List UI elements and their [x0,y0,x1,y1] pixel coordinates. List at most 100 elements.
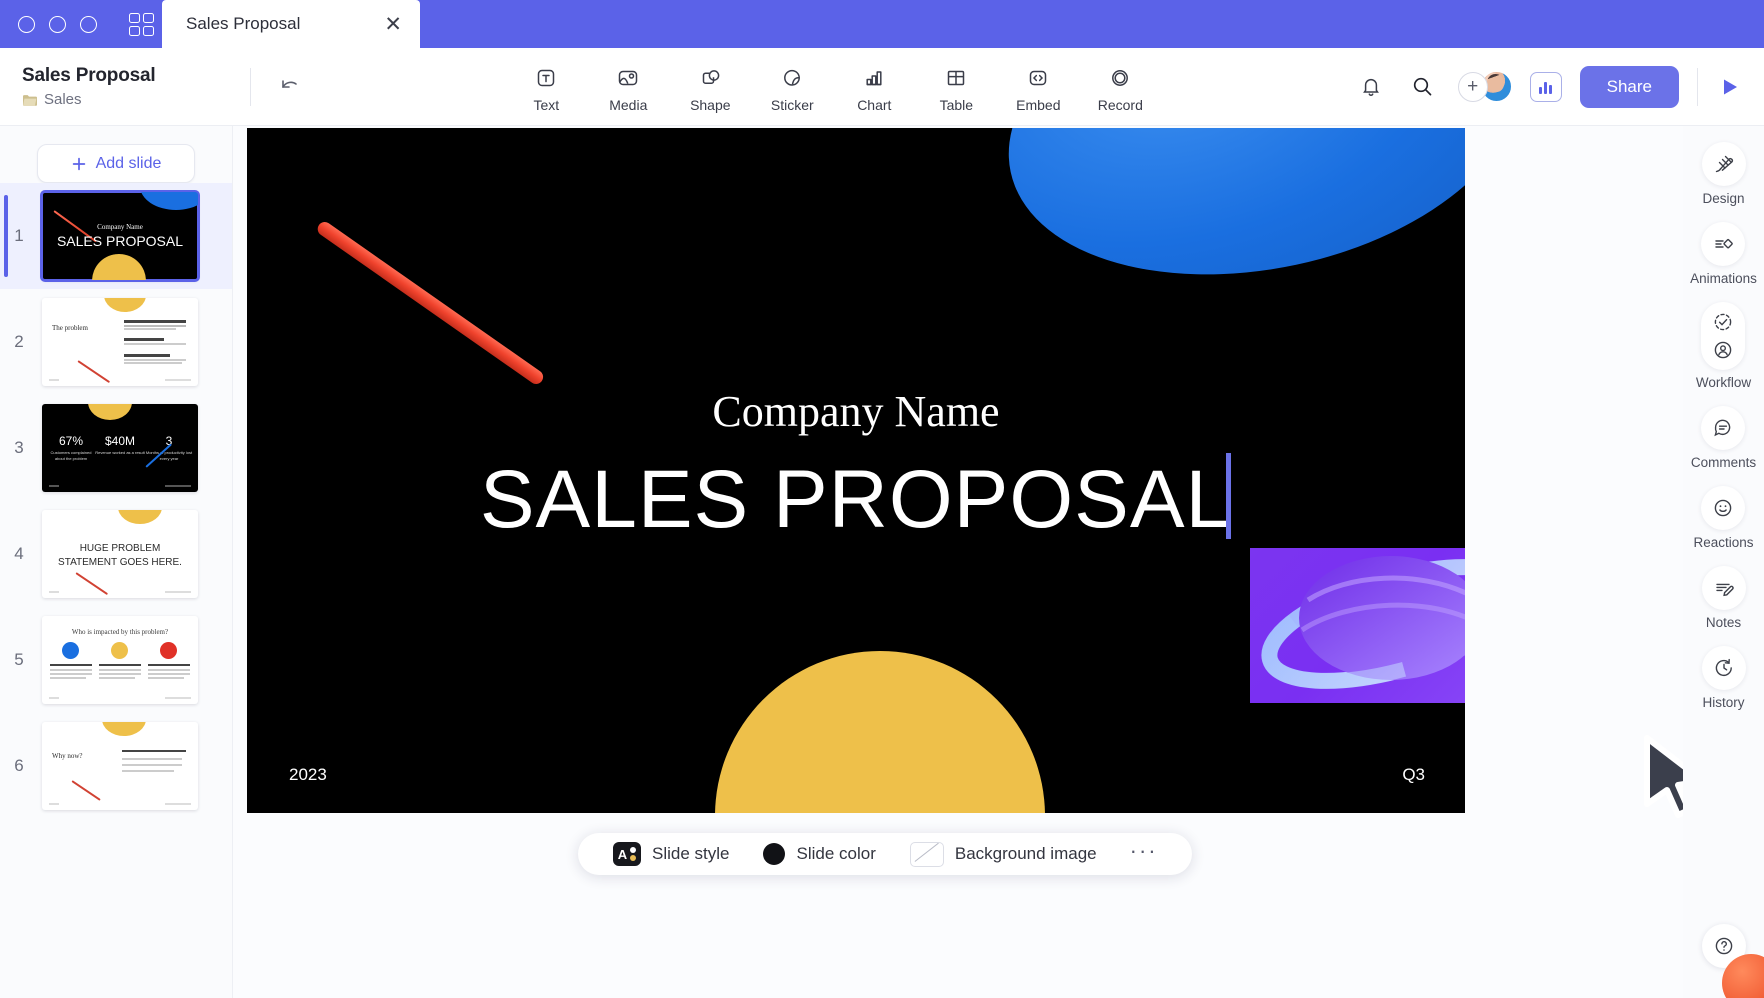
window-minimize-dot[interactable] [49,15,66,33]
slide-thumbnail-2[interactable]: 2 The problem [0,289,232,395]
rail-item-workflow[interactable]: Workflow [1696,302,1751,390]
page-title: Sales Proposal [22,65,156,86]
slide-color-swatch [763,843,786,865]
slide-thumbnail-1[interactable]: 1 Company Name SALES PROPOSAL [0,183,232,289]
app-header: Sales Proposal Sales Text Media Shape St… [0,48,1764,126]
tool-record-label: Record [1097,96,1143,113]
document-info: Sales Proposal Sales [0,65,250,108]
slide-editor[interactable]: Company Name SALES PROPOSAL 2023 Q3 [247,128,1465,813]
slide-color-button[interactable]: Slide color [746,843,892,865]
tool-record[interactable]: Record [1089,61,1151,113]
tool-shape[interactable]: Shape [679,61,741,113]
rail-item-comments[interactable]: Comments [1691,406,1756,470]
right-rail: Design Animations Workflow Comments Reac… [1683,126,1764,998]
slide-thumbnail-preview: The problem [42,298,198,386]
slide-thumb-title: Who is impacted by this problem? [71,628,169,636]
sticker-tool-icon [778,64,806,92]
tool-sticker[interactable]: Sticker [761,61,823,113]
table-tool-icon [942,64,970,92]
animations-icon [1701,222,1746,266]
tool-chart-label: Chart [857,96,892,113]
stat-value: $40M [104,434,136,448]
rail-item-notes[interactable]: Notes [1701,566,1746,630]
slide-subtitle[interactable]: Company Name [247,386,1465,437]
close-icon[interactable]: ✕ [384,14,402,35]
slide-title[interactable]: SALES PROPOSAL [247,453,1465,547]
slide-thumbnail-5[interactable]: 5 Who is impacted by this problem? [0,607,232,713]
slide-thumbnail-6[interactable]: 6 Why now? [0,713,232,819]
breadcrumb-label: Sales [44,91,82,108]
history-clock-icon [1701,646,1746,690]
tool-chart[interactable]: Chart [843,61,905,113]
background-image-label: Background image [954,844,1097,863]
notifications-button[interactable] [1354,70,1388,104]
tool-shape-label: Shape [690,96,731,113]
insert-toolbar: Text Media Shape Sticker Chart Table Emb… [313,61,1354,113]
comment-icon [1701,406,1746,450]
window-close-dot[interactable] [18,15,35,33]
rail-item-label: Comments [1690,455,1757,470]
slide-year-label[interactable]: 2023 [289,765,327,785]
share-button[interactable]: Share [1579,65,1679,108]
shape-tool-icon [696,64,724,92]
tool-text-label: Text [533,96,560,113]
header-divider [250,67,251,106]
stat-caption: Revenue worked as a result [95,450,145,455]
slide-thumb-title: The problem [52,324,88,332]
analytics-button[interactable] [1529,71,1562,102]
rail-item-history[interactable]: History [1701,646,1746,710]
planet-sticker[interactable] [1250,548,1465,703]
blue-ellipse-shape[interactable] [979,128,1465,319]
rail-item-design[interactable]: Design [1701,142,1746,206]
tool-text[interactable]: Text [515,61,577,113]
stat-caption: Customers complained about the problem [50,450,92,461]
slide-thumbnail-3[interactable]: 3 67% Customers complained about the pro… [0,395,232,501]
plus-icon [71,156,87,172]
present-button[interactable] [1716,74,1742,100]
slide-thumbnail-4[interactable]: 4 HUGE PROBLEM STATEMENT GOES HERE. [0,501,232,607]
rail-item-animations[interactable]: Animations [1690,222,1757,286]
slide-thumb-subtitle: Company Name [97,223,143,231]
search-button[interactable] [1406,70,1440,104]
rail-item-label: Reactions [1693,535,1754,550]
search-icon [1411,75,1434,98]
add-collaborator-button[interactable]: + [1457,71,1488,102]
slide-thumb-title: HUGE PROBLEM STATEMENT GOES HERE. [58,543,182,568]
slide-number: 3 [14,438,24,457]
slide-thumbnail-preview: Company Name SALES PROPOSAL [40,190,200,282]
slide-thumbnail-preview: HUGE PROBLEM STATEMENT GOES HERE. [42,510,198,598]
slide-panel: Add slide 1 Company Name SALES PROPOSAL … [0,126,233,998]
undo-button[interactable] [267,64,313,110]
rail-item-reactions[interactable]: Reactions [1693,486,1754,550]
slide-thumb-title: Why now? [52,752,83,760]
slide-quarter-label[interactable]: Q3 [1402,765,1425,785]
slide-format-bar: A Slide style Slide color Background ima… [578,833,1192,875]
add-slide-button[interactable]: Add slide [37,144,195,183]
rail-item-label: Notes [1705,615,1742,630]
slide-number: 4 [14,544,24,563]
window-maximize-dot[interactable] [80,15,97,33]
rail-item-label: History [1702,695,1745,710]
tool-media[interactable]: Media [597,61,659,113]
red-line-shape[interactable] [314,219,546,387]
window-controls [0,0,162,48]
tool-table[interactable]: Table [925,61,987,113]
breadcrumb[interactable]: Sales [22,91,250,108]
slide-thumb-title: SALES PROPOSAL [56,233,184,249]
gold-circle-shape[interactable] [715,651,1045,813]
more-options-button[interactable]: ··· [1114,838,1174,870]
slide-number: 2 [14,332,24,351]
tool-embed[interactable]: Embed [1007,61,1069,113]
chart-tool-icon [860,64,888,92]
apps-grid-icon[interactable] [129,12,155,36]
background-image-button[interactable]: Background image [893,841,1114,867]
notes-pencil-icon [1701,566,1746,610]
document-tab[interactable]: Sales Proposal ✕ [162,0,420,48]
title-bar: Sales Proposal ✕ [0,0,1764,48]
media-tool-icon [614,64,642,92]
stat-value: 67% [58,434,84,448]
document-tab-label: Sales Proposal [186,14,301,33]
rail-item-label: Design [1702,191,1745,206]
slide-style-button[interactable]: A Slide style [596,842,746,866]
slide-style-label: Slide style [652,844,730,863]
